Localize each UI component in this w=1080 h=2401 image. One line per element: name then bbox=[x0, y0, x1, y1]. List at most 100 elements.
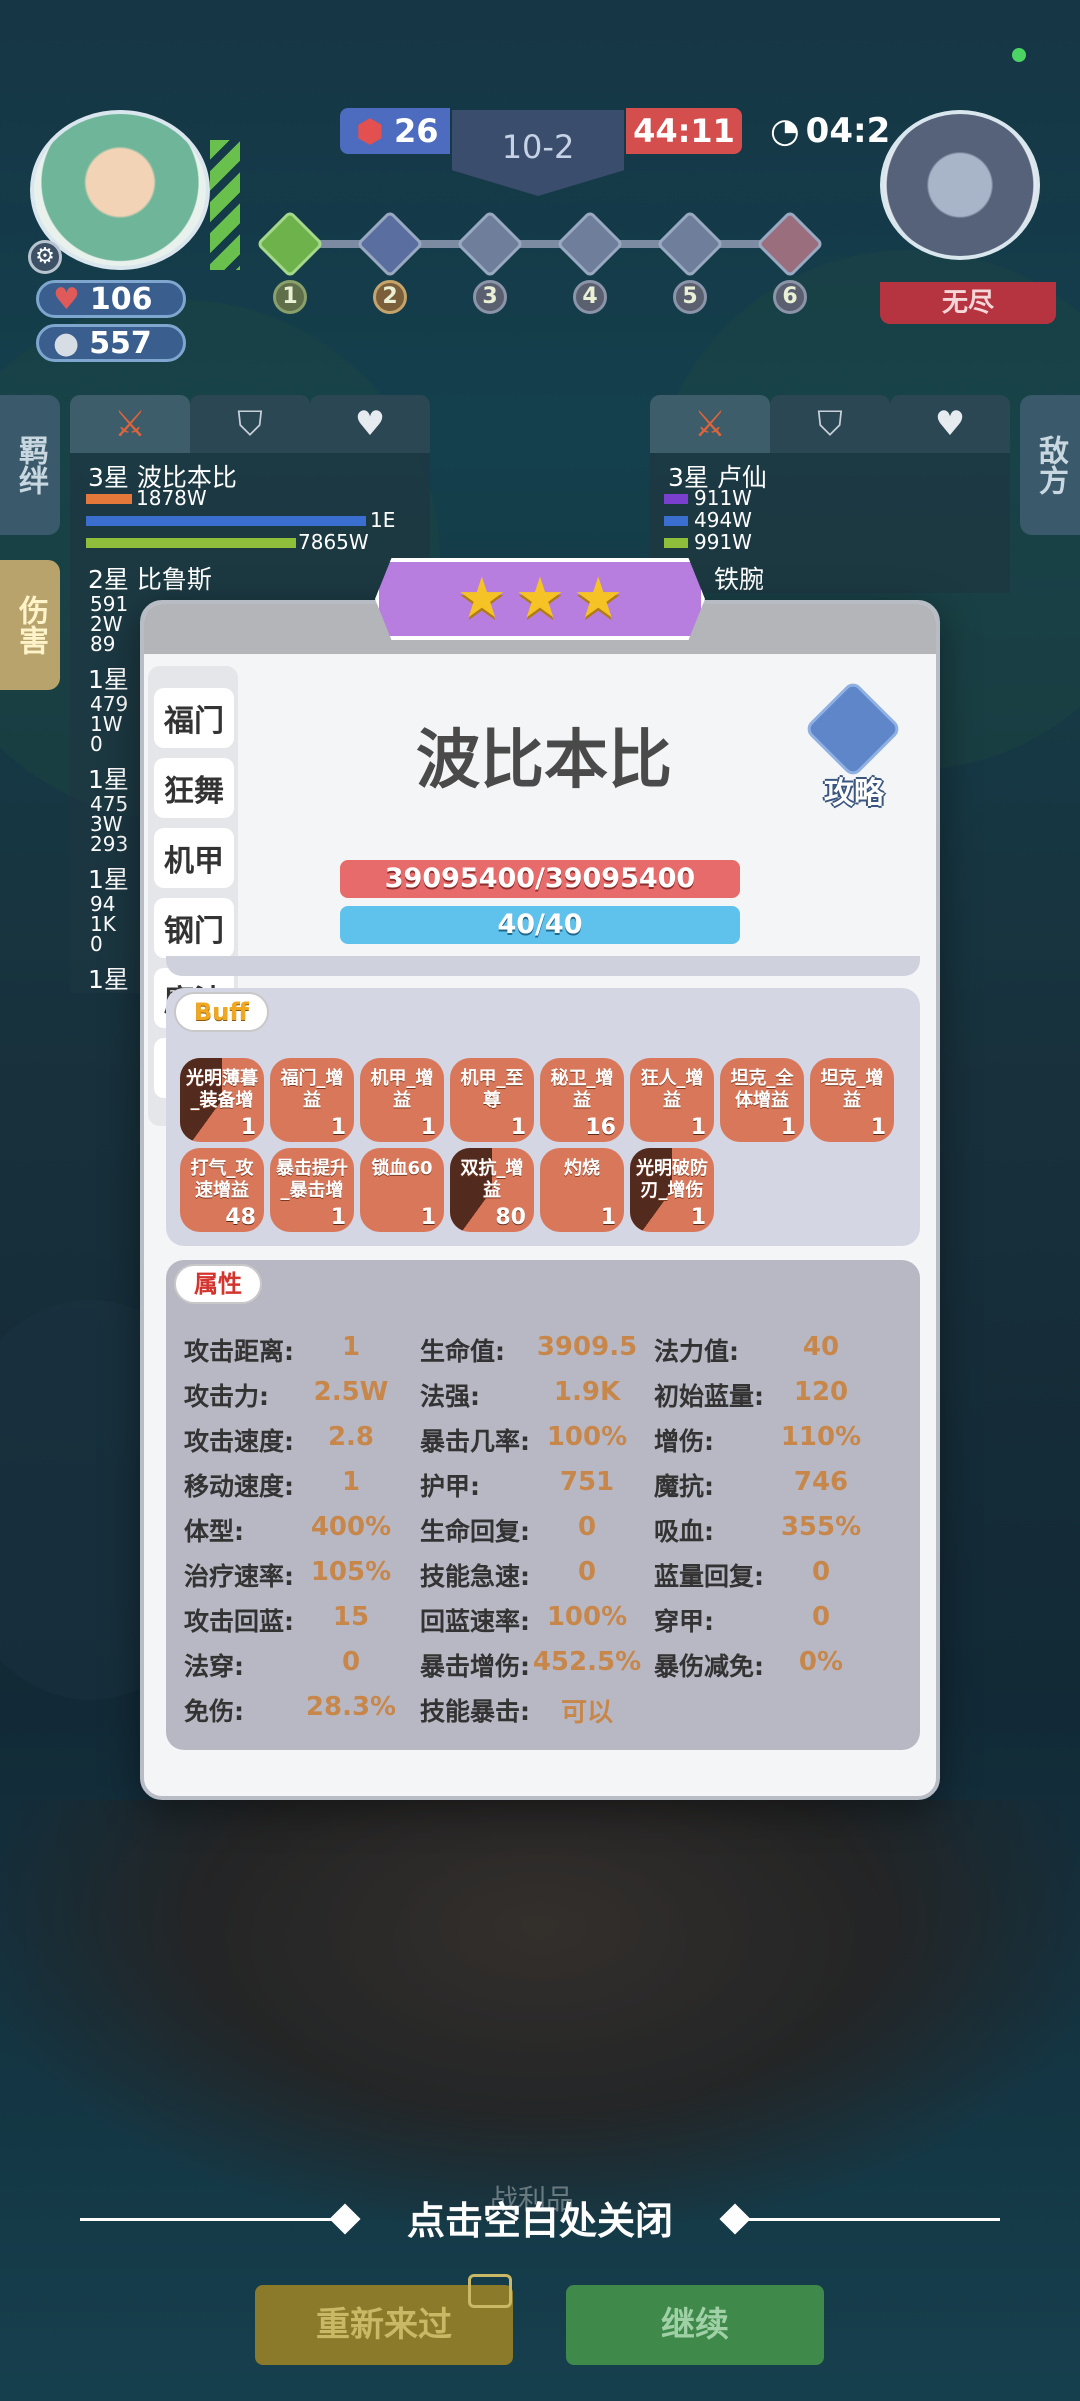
attribute-value: 0 bbox=[811, 1602, 831, 1632]
route-num-5: 5 bbox=[673, 280, 707, 314]
shield-icon: ⬢ bbox=[356, 112, 384, 150]
guide-button[interactable]: 攻略 bbox=[803, 679, 904, 811]
enemy-tab[interactable]: 敌方 bbox=[1020, 395, 1080, 535]
attribute-title: 属性 bbox=[174, 1264, 262, 1304]
attribute-label: 攻击速度: bbox=[184, 1427, 294, 1456]
coin-icon: ● bbox=[53, 325, 80, 361]
video-icon bbox=[468, 2274, 512, 2308]
attribute-value: 1 bbox=[341, 1467, 361, 1497]
left-row-1-bar-3 bbox=[86, 538, 296, 548]
continue-button[interactable]: 继续 bbox=[566, 2285, 824, 2365]
player-coins-pill: ● 557 bbox=[36, 324, 186, 362]
buff-tile[interactable]: 双抗_增益 80 bbox=[450, 1148, 534, 1232]
route-num-2: 2 bbox=[373, 280, 407, 314]
buff-tile[interactable]: 福门_增益 1 bbox=[270, 1058, 354, 1142]
hero-hp-bar: 39095400/39095400 bbox=[340, 860, 740, 898]
buff-tile[interactable]: 坦克_全体增益 1 bbox=[720, 1058, 804, 1142]
buff-tile[interactable]: 秘卫_增益 16 bbox=[540, 1058, 624, 1142]
attribute-label: 暴击几率: bbox=[420, 1427, 530, 1456]
attribute-value: 0% bbox=[798, 1647, 844, 1677]
buff-label: 坦克_全体增益 bbox=[730, 1068, 794, 1111]
hero-detail-dialog[interactable]: 福门 狂舞 机甲 钢门 魔法 坦 波比本比 攻略 39095400/390954… bbox=[140, 600, 940, 1800]
category-tab-fumen[interactable]: 福门 bbox=[154, 688, 234, 748]
star-icon: ★ bbox=[573, 566, 624, 631]
buff-count: 16 bbox=[585, 1115, 616, 1140]
category-tab-kuangwu[interactable]: 狂舞 bbox=[154, 758, 234, 818]
attribute-label: 法强: bbox=[420, 1382, 480, 1411]
left-sword-tab[interactable]: ⚔ bbox=[70, 395, 190, 453]
star-rating: ★ ★ ★ bbox=[375, 558, 705, 640]
attribute-section: 属性 攻击距离: 1 生命值: 3909.5 法力值: 40 攻击力: 2.5W 法强: 1.9K… bbox=[166, 1260, 920, 1750]
buff-label: 秘卫_增益 bbox=[550, 1068, 614, 1111]
star-icon: ★ bbox=[514, 566, 566, 631]
right-sword-tab[interactable]: ⚔ bbox=[650, 395, 770, 453]
buff-tile[interactable]: 灼烧 1 bbox=[540, 1148, 624, 1232]
buff-tile[interactable]: 机甲_增益 1 bbox=[360, 1058, 444, 1142]
attribute-label: 攻击距离: bbox=[184, 1337, 294, 1366]
buff-count: 1 bbox=[870, 1115, 886, 1140]
route-num-3: 3 bbox=[473, 280, 507, 314]
sword-icon: ⚔ bbox=[693, 403, 727, 445]
right-heart-tab[interactable]: ♥ bbox=[890, 395, 1010, 453]
right-shield-tab[interactable]: ⛉ bbox=[770, 395, 890, 453]
attribute-value: 100% bbox=[546, 1422, 628, 1452]
shield-icon: ⛉ bbox=[817, 404, 843, 444]
buff-tile[interactable]: 光明薄暮_装备增 1 bbox=[180, 1058, 264, 1142]
buff-label: 福门_增益 bbox=[280, 1068, 344, 1111]
attribute-label: 护甲: bbox=[420, 1472, 480, 1501]
buff-section: Buff 光明薄暮_装备增 1 福门_增益 1 机甲_增益 1 机甲_至尊 1 秘卫_增益 16 狂… bbox=[166, 988, 920, 1246]
left-shield-tab[interactable]: ⛉ bbox=[190, 395, 310, 453]
attribute-label: 技能急速: bbox=[420, 1562, 530, 1591]
buff-tile[interactable]: 机甲_至尊 1 bbox=[450, 1058, 534, 1142]
attribute-label: 魔抗: bbox=[654, 1472, 714, 1501]
attribute-label: 生命回复: bbox=[420, 1517, 530, 1546]
buff-label: 灼烧 bbox=[564, 1158, 600, 1179]
buff-label: 机甲_增益 bbox=[370, 1068, 434, 1111]
left-row-5-name: 1星 bbox=[88, 865, 129, 894]
boss-avatar[interactable] bbox=[880, 110, 1040, 260]
left-heart-tab[interactable]: ♥ bbox=[310, 395, 430, 453]
left-row-1-v1: 1878W bbox=[136, 486, 207, 510]
route-num-1: 1 bbox=[273, 280, 307, 314]
attribute-label: 体型: bbox=[184, 1517, 244, 1546]
player-hp-pill: ♥ 106 bbox=[36, 280, 186, 318]
buff-label: 锁血60 bbox=[371, 1158, 433, 1179]
right-row-2-name: 铁腕 bbox=[714, 565, 765, 594]
buff-tile[interactable]: 打气_攻速增益 48 bbox=[180, 1148, 264, 1232]
attribute-label: 回蓝速率: bbox=[420, 1607, 530, 1636]
buff-count: 1 bbox=[690, 1205, 706, 1230]
left-row-4-v3: 293 bbox=[90, 832, 129, 856]
right-row-1-v2: 494W bbox=[694, 508, 752, 532]
attribute-value: 可以 bbox=[560, 1698, 613, 1728]
buff-tile[interactable]: 暴击提升_暴击增 1 bbox=[270, 1148, 354, 1232]
attribute-label: 初始蓝量: bbox=[654, 1382, 764, 1411]
damage-tab[interactable]: 伤害 bbox=[0, 560, 60, 690]
attribute-value: 28.3% bbox=[305, 1692, 397, 1722]
left-row-4-name: 1星 bbox=[88, 765, 129, 794]
buff-tile[interactable]: 锁血60 1 bbox=[360, 1148, 444, 1232]
category-tab-gangmen[interactable]: 钢门 bbox=[154, 898, 234, 958]
buff-count: 1 bbox=[330, 1115, 346, 1140]
clock-icon: ◔ bbox=[770, 111, 800, 151]
category-tab-jijia[interactable]: 机甲 bbox=[154, 828, 234, 888]
heart-icon: ♥ bbox=[354, 404, 386, 444]
hero-name: 波比本比 bbox=[416, 724, 672, 798]
settings-gear-icon[interactable]: ⚙ bbox=[28, 240, 62, 274]
header-divider bbox=[166, 956, 920, 976]
buff-tile[interactable]: 坦克_增益 1 bbox=[810, 1058, 894, 1142]
attribute-value: 110% bbox=[780, 1422, 862, 1452]
attribute-value: 452.5% bbox=[532, 1647, 642, 1677]
red-timer: 44:11 bbox=[626, 108, 742, 154]
buff-count: 1 bbox=[420, 1115, 436, 1140]
attribute-label: 蓝量回复: bbox=[654, 1562, 764, 1591]
buff-tile[interactable]: 光明破防刃_增伤 1 bbox=[630, 1148, 714, 1232]
player-coins: 557 bbox=[89, 325, 152, 361]
buff-tile[interactable]: 狂人_增益 1 bbox=[630, 1058, 714, 1142]
attribute-value: 2.8 bbox=[327, 1422, 375, 1452]
attribute-value: 2.5W bbox=[313, 1377, 389, 1407]
attribute-value: 40 bbox=[802, 1332, 840, 1362]
route-num-4: 4 bbox=[573, 280, 607, 314]
left-row-1-bar-1 bbox=[86, 494, 132, 504]
bond-tab[interactable]: 羁绊 bbox=[0, 395, 60, 535]
signal-dot-icon bbox=[1012, 48, 1026, 62]
